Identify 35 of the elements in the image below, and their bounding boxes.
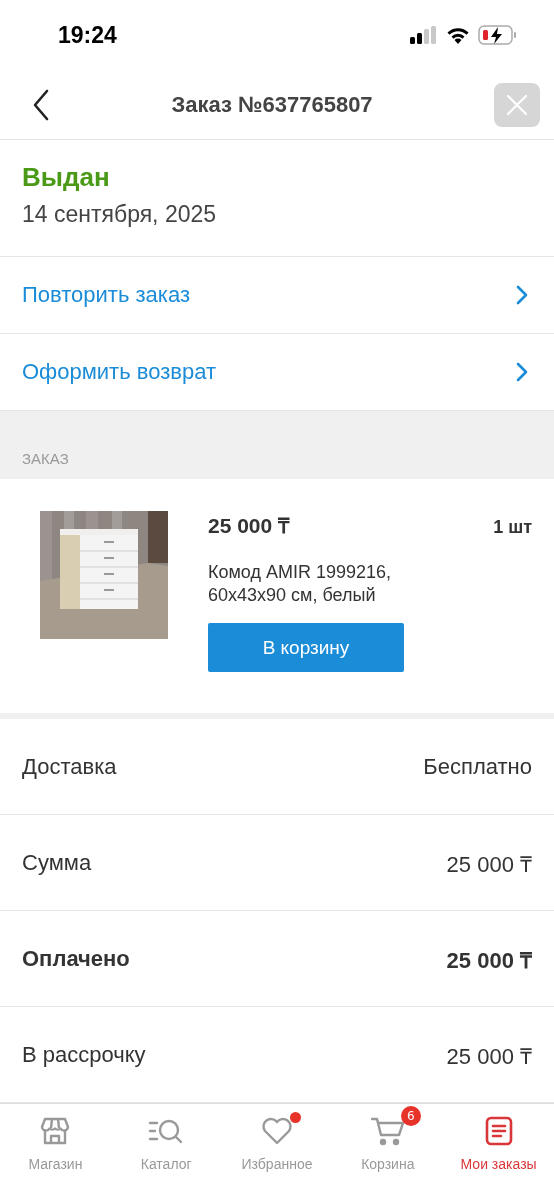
tab-bar-item[interactable]: Избранное [221, 1104, 333, 1200]
tab-bar-item[interactable]: 6 Корзина [332, 1104, 444, 1200]
summary-value: Бесплатно [423, 753, 532, 780]
order-title: Заказ №637765807 [171, 91, 373, 118]
tab-bar-item[interactable]: Мои заказы [443, 1104, 554, 1200]
product-name[interactable]: Комод AMIR 1999216, 60x43x90 см, белый [208, 561, 428, 607]
back-icon[interactable] [32, 88, 50, 121]
cart-icon [370, 1116, 405, 1146]
summary-label: Доставка [22, 753, 117, 780]
close-icon [506, 93, 528, 116]
store-icon [40, 1116, 71, 1146]
summary-value: 25 000 ₸ [446, 1042, 532, 1070]
summary-label: В рассрочку [22, 1041, 146, 1068]
order-status: Выдан [22, 162, 111, 193]
section-title: ЗАКАЗ [22, 450, 69, 467]
tab-bar-item[interactable]: Каталог [110, 1104, 222, 1200]
signal-icon [410, 26, 438, 44]
summary-value: 25 000 ₸ [446, 946, 532, 974]
chevron-right-icon [516, 285, 528, 305]
order-date: 14 сентября, 2025 [22, 201, 218, 228]
add-to-cart-button[interactable]: В корзину [208, 623, 404, 672]
action-row[interactable]: Повторить заказ [0, 257, 554, 334]
summary-value: 25 000 ₸ [446, 850, 532, 878]
product-quantity: 1 шт [493, 517, 532, 538]
summary-label: Оплачено [22, 945, 130, 972]
tab-bar-item[interactable]: Магазин [0, 1104, 111, 1200]
summary-label: Сумма [22, 849, 92, 876]
chevron-right-icon [516, 362, 528, 382]
heart-icon [261, 1117, 293, 1145]
cart-count: 6 [400, 1106, 421, 1126]
product-price: 25 000 ₸ [208, 513, 290, 539]
battery-charging-icon [478, 25, 518, 45]
orders-list-icon [484, 1116, 513, 1146]
wifi-icon [446, 26, 470, 44]
status-time: 19:24 [58, 21, 117, 49]
